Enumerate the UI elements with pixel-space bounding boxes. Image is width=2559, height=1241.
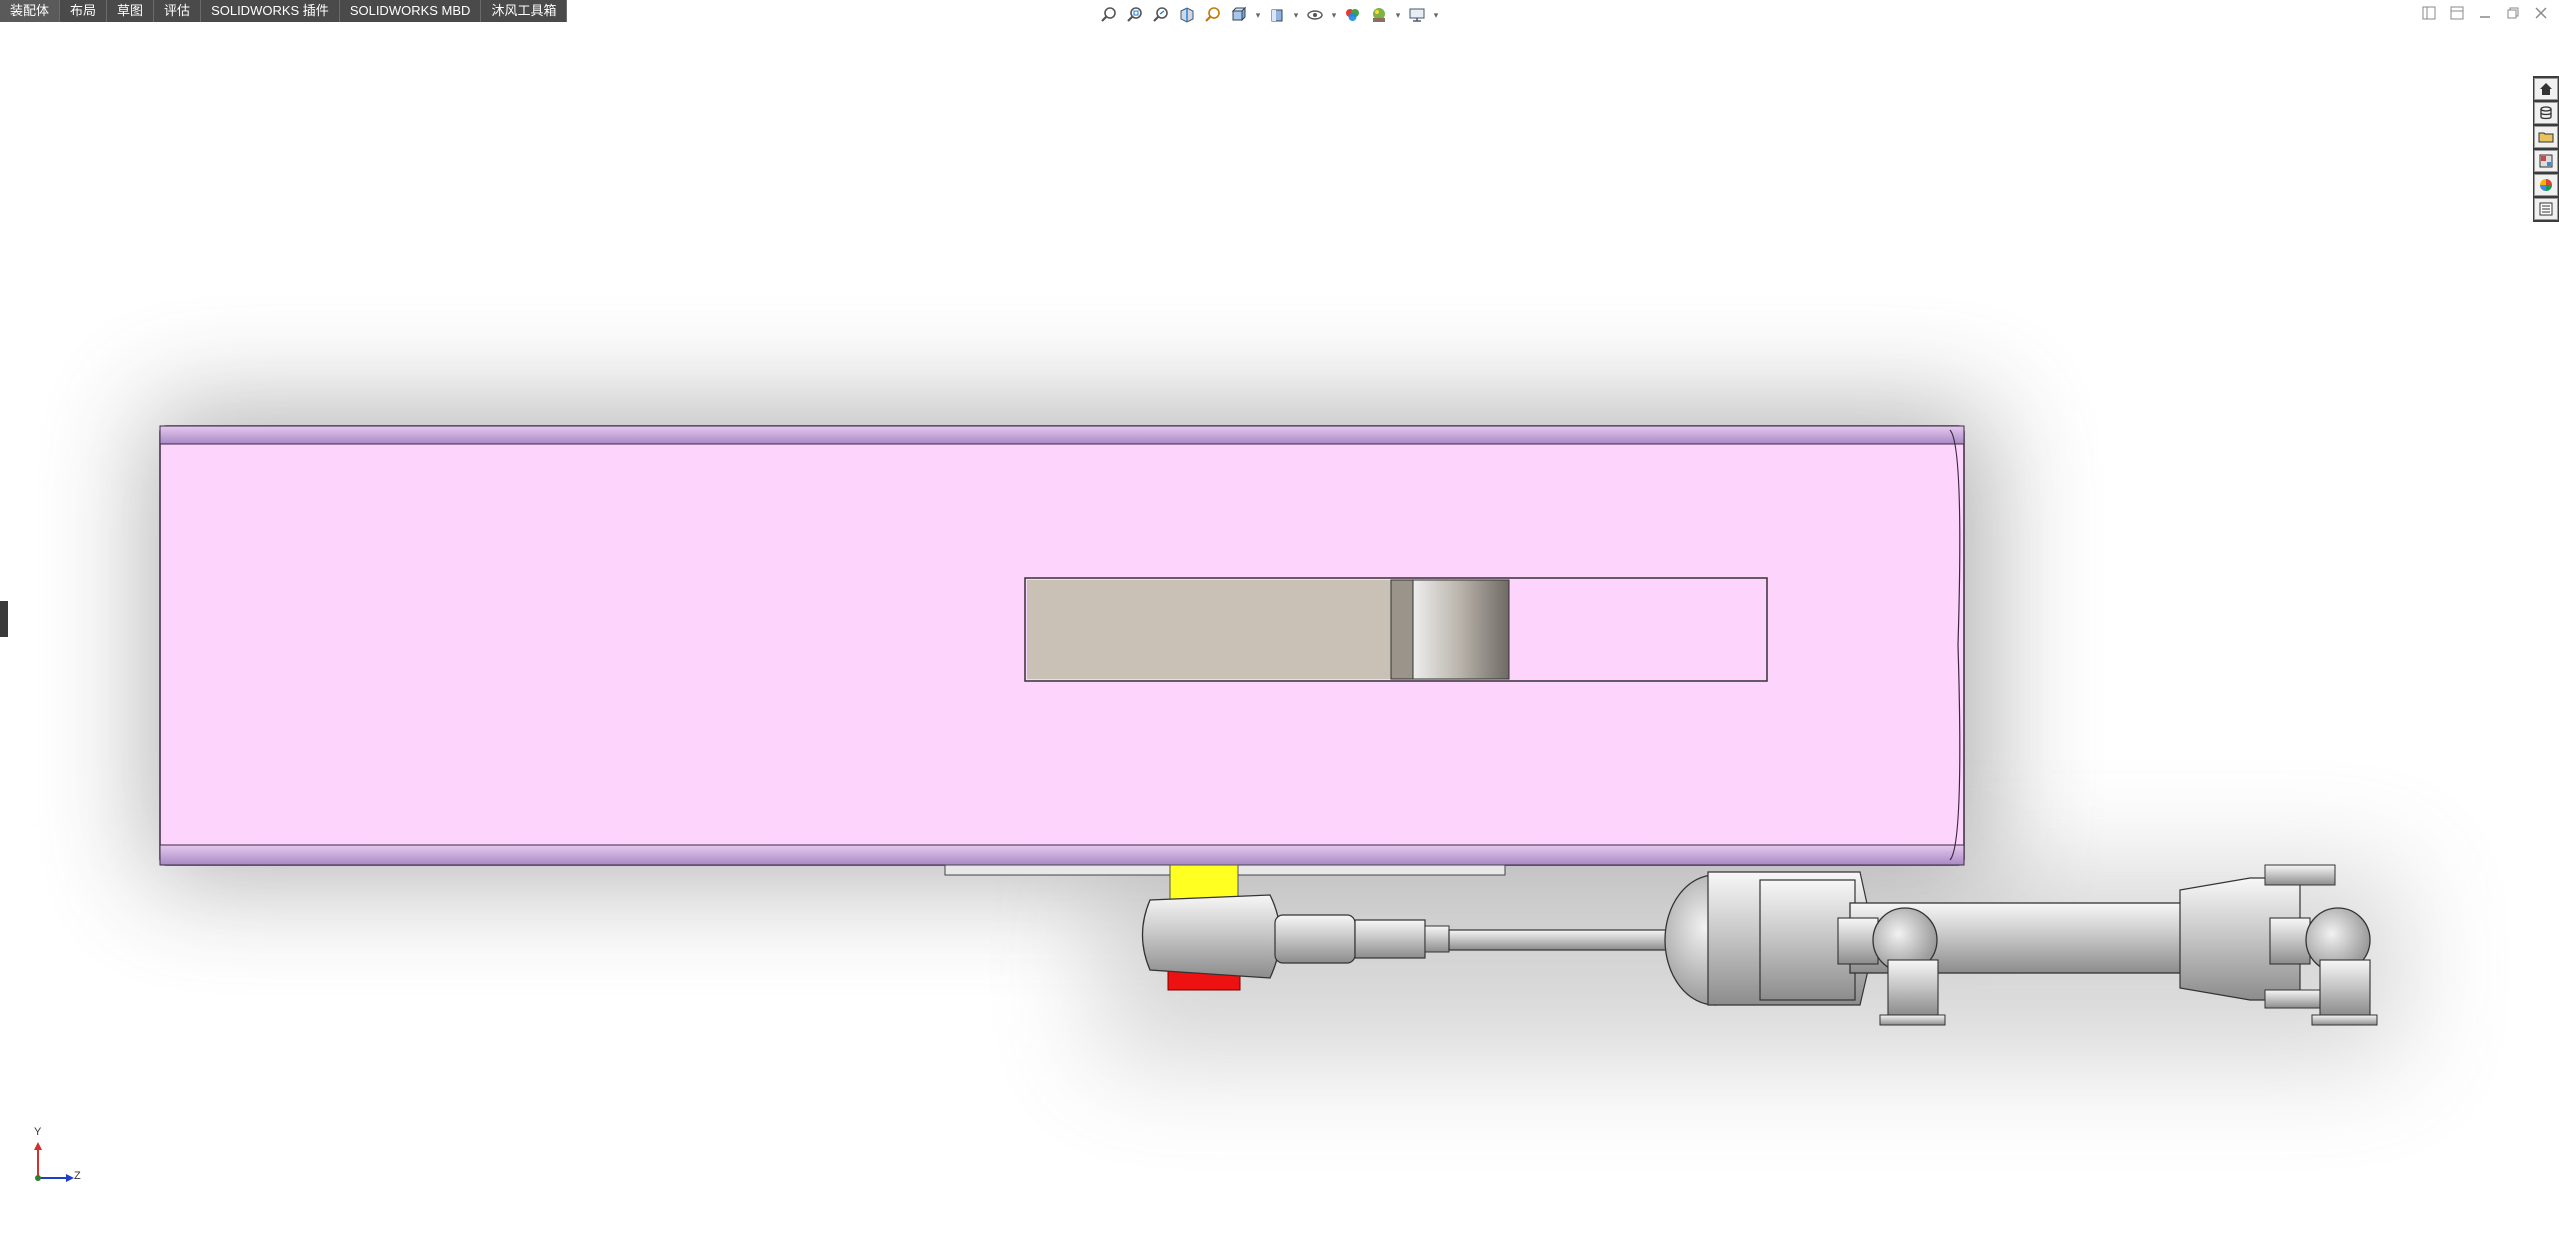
home-icon[interactable] (2534, 78, 2558, 100)
command-manager-tabs: 装配体 布局 草图 评估 SOLIDWORKS 插件 SOLIDWORKS MB… (0, 0, 568, 22)
close-icon[interactable] (2531, 4, 2551, 22)
display-style-dropdown-icon[interactable]: ▾ (1292, 4, 1300, 26)
tab-assembly[interactable]: 装配体 (0, 0, 61, 22)
triad-axes-icon (34, 1142, 74, 1182)
section-view-icon[interactable] (1176, 4, 1198, 26)
previous-view-icon[interactable] (1150, 4, 1172, 26)
file-explorer-icon[interactable] (2534, 126, 2558, 148)
hide-show-dropdown-icon[interactable]: ▾ (1330, 4, 1338, 26)
tab-evaluate[interactable]: 评估 (154, 0, 202, 22)
view-settings-dropdown-icon[interactable]: ▾ (1432, 4, 1440, 26)
triad-vertical-label: Y (34, 1126, 42, 1138)
tab-layout[interactable]: 布局 (60, 0, 108, 22)
view-orientation-icon[interactable] (1228, 4, 1250, 26)
tab-mufeng-toolbox[interactable]: 沐风工具箱 (481, 0, 568, 22)
tab-sketch[interactable]: 草图 (107, 0, 155, 22)
custom-properties-icon[interactable] (2534, 198, 2558, 220)
task-pane-tabs (2533, 76, 2559, 222)
minimize-icon[interactable] (2475, 4, 2495, 22)
reference-triad: Y Z (22, 1126, 82, 1193)
viewport-window-controls (2419, 4, 2551, 22)
guide-slot (1024, 577, 1768, 682)
split-vertical-icon[interactable] (2447, 4, 2467, 22)
edit-appearance-icon[interactable] (1342, 4, 1364, 26)
tab-solidworks-addins[interactable]: SOLIDWORKS 插件 (201, 0, 340, 22)
tab-solidworks-mbd[interactable]: SOLIDWORKS MBD (340, 0, 482, 22)
restore-icon[interactable] (2503, 4, 2523, 22)
zoom-to-fit-icon[interactable] (1098, 4, 1120, 26)
zoom-to-area-icon[interactable] (1124, 4, 1146, 26)
display-style-icon[interactable] (1266, 4, 1288, 26)
view-palette-icon[interactable] (2534, 150, 2558, 172)
apply-scene-icon[interactable] (1368, 4, 1390, 26)
dynamic-annotation-icon[interactable] (1202, 4, 1224, 26)
resources-icon[interactable] (2534, 102, 2558, 124)
view-settings-icon[interactable] (1406, 4, 1428, 26)
graphics-area[interactable] (0, 30, 2520, 1230)
appearances-icon[interactable] (2534, 174, 2558, 196)
triad-horizontal-label: Z (74, 1170, 81, 1182)
view-orientation-dropdown-icon[interactable]: ▾ (1254, 4, 1262, 26)
apply-scene-dropdown-icon[interactable]: ▾ (1394, 4, 1402, 26)
split-horizontal-icon[interactable] (2419, 4, 2439, 22)
hide-show-icon[interactable] (1304, 4, 1326, 26)
heads-up-view-toolbar: ▾ ▾ ▾ ▾ ▾ (1098, 3, 1440, 27)
